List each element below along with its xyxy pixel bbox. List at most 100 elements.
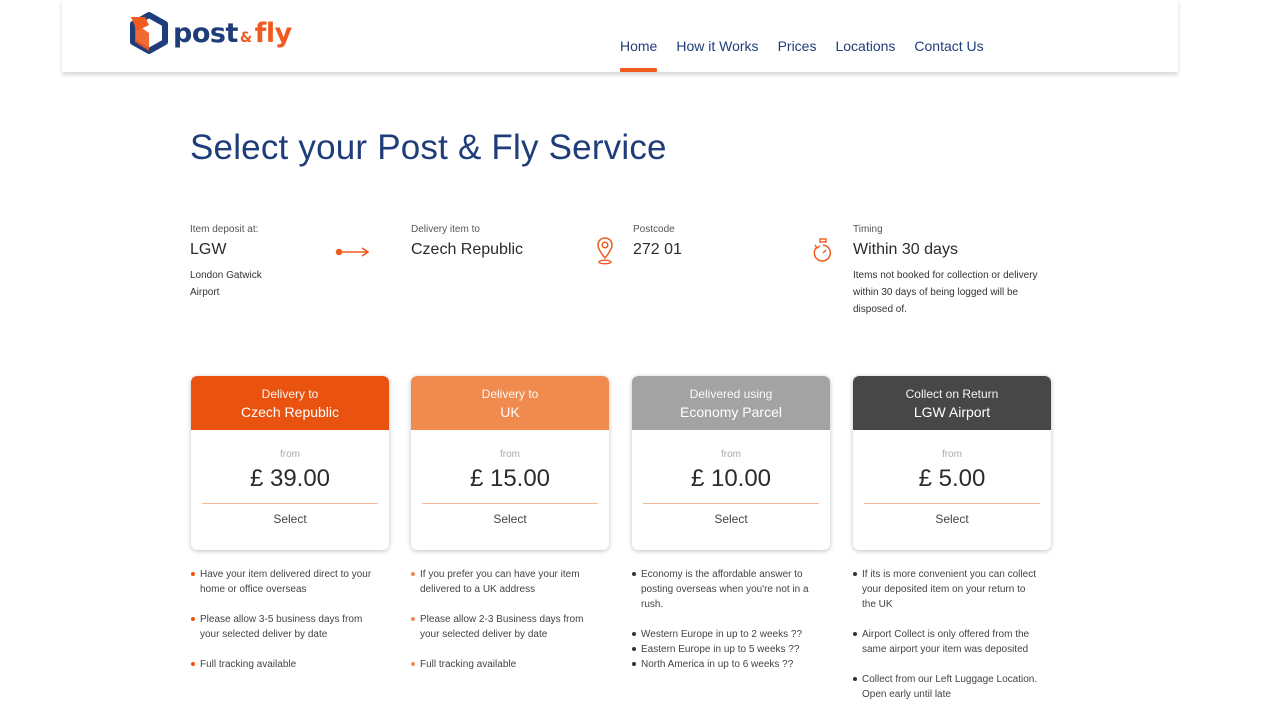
card-title-line1: Delivery to (481, 387, 539, 401)
bullet-line: your selected deliver by date (420, 629, 548, 640)
card-from-label: from (721, 449, 741, 460)
bullet-item: Please allow 3-5 business days from your … (191, 612, 389, 642)
select-button[interactable]: Select (853, 512, 1051, 526)
bullet-line: rush. (641, 599, 664, 610)
bullet-line: Eastern Europe in up to 5 weeks ?? (641, 644, 800, 655)
timing-value: Within 30 days (853, 241, 958, 258)
card-header: Delivered using Economy Parcel (632, 376, 830, 430)
brand-wordmark: post & fly (173, 18, 292, 49)
deposit-info: Item deposit at: LGW London Gatwick Airp… (190, 224, 262, 301)
brand-logo[interactable]: post & fly (129, 10, 292, 56)
nav-locations[interactable]: Locations (835, 0, 895, 72)
bullet-dot (853, 677, 857, 681)
bullet-line: Have your item delivered direct to your (200, 569, 372, 580)
bullet-item: Full tracking available (411, 657, 609, 672)
nav-how-it-works[interactable]: How it Works (676, 0, 758, 72)
brand-amp: & (239, 29, 252, 46)
service-card-economy-parcel[interactable]: Delivered using Economy Parcel from £ 10… (632, 376, 830, 550)
bullet-line: Open early until late (862, 689, 951, 700)
bullet-dot (191, 662, 195, 666)
deposit-sub-2: Airport (190, 287, 220, 298)
brand-name-post: post (173, 17, 238, 49)
timing-note-2: within 30 days of being logged will be (853, 287, 1019, 298)
location-pin-icon (597, 237, 613, 265)
card-divider (422, 503, 598, 504)
service-card-delivery-czech[interactable]: Delivery to Czech Republic from £ 39.00 … (191, 376, 389, 550)
bullet-line: delivered to a UK address (420, 584, 536, 595)
bullet-dot (411, 662, 415, 666)
card-title-line1: Delivered using (689, 387, 773, 401)
service-card-delivery-uk[interactable]: Delivery to UK from £ 15.00 Select (411, 376, 609, 550)
stopwatch-icon (813, 238, 832, 262)
brand-name-fly: fly (254, 17, 293, 49)
card-title-line1: Delivery to (261, 387, 319, 401)
bullet-line: the UK (862, 599, 893, 610)
timing-info: Timing Within 30 days Items not booked f… (853, 224, 1038, 318)
nav-contact-us[interactable]: Contact Us (914, 0, 983, 72)
bullet-line: Please allow 2-3 Business days from (420, 614, 584, 625)
card-price: £ 10.00 (690, 465, 772, 492)
bullet-item: Eastern Europe in up to 5 weeks ?? (632, 642, 830, 657)
bullet-dot (853, 572, 857, 576)
bullet-dot (632, 647, 636, 651)
bullet-dot (411, 617, 415, 621)
arrow-right-icon (335, 247, 370, 257)
timing-note-1: Items not booked for collection or deliv… (853, 270, 1038, 281)
service-card-collect-return[interactable]: Collect on Return LGW Airport from £ 5.0… (853, 376, 1051, 550)
bullet-line: Full tracking available (200, 659, 297, 670)
card-title-line2: UK (500, 404, 520, 420)
bullet-dot (632, 572, 636, 576)
main-nav: Home How it Works Prices Locations Conta… (620, 0, 1003, 72)
card-title-line2: Czech Republic (240, 404, 340, 420)
card-header: Delivery to UK (411, 376, 609, 430)
bullet-dot (191, 572, 195, 576)
deposit-value: LGW (190, 241, 227, 258)
bullets-delivery-uk: If you prefer you can have your item deli… (411, 567, 609, 672)
card-from-label: from (942, 449, 962, 460)
bullet-line: Western Europe in up to 2 weeks ?? (641, 629, 803, 640)
card-divider (643, 503, 819, 504)
delivery-value: Czech Republic (411, 241, 524, 258)
bullets-delivery-czech: Have your item delivered direct to your h… (191, 567, 389, 672)
select-button[interactable]: Select (411, 512, 609, 526)
delivery-info: Delivery item to Czech Republic (411, 224, 523, 267)
bullet-item: Western Europe in up to 2 weeks ?? (632, 627, 830, 642)
deposit-sub-1: London Gatwick (190, 270, 262, 281)
bullet-line: same airport your item was deposited (862, 644, 1029, 655)
bullet-line: posting overseas when you're not in a (641, 584, 809, 595)
bullet-line: If you prefer you can have your item (420, 569, 580, 580)
card-header: Collect on Return LGW Airport (853, 376, 1051, 430)
bullet-line: North America in up to 6 weeks ?? (641, 659, 794, 670)
bullet-line: your selected deliver by date (200, 629, 328, 640)
bullet-line: home or office overseas (200, 584, 307, 595)
nav-prices[interactable]: Prices (778, 0, 817, 72)
bullet-line: Airport Collect is only offered from the (862, 629, 1030, 640)
bullet-dot (632, 662, 636, 666)
card-divider (202, 503, 378, 504)
box-logo-icon (130, 12, 168, 54)
bullet-item: Collect from our Left Luggage Location. O… (853, 672, 1051, 702)
bullet-line: Economy is the affordable answer to (641, 569, 803, 580)
bullet-item: Airport Collect is only offered from the… (853, 627, 1051, 657)
deposit-label: Item deposit at: (190, 224, 259, 235)
nav-home[interactable]: Home (620, 0, 658, 72)
delivery-label: Delivery item to (411, 224, 480, 235)
select-button[interactable]: Select (191, 512, 389, 526)
bullets-economy-parcel: Economy is the affordable answer to posti… (632, 567, 830, 672)
card-divider (864, 503, 1040, 504)
bullet-dot (411, 572, 415, 576)
card-from-label: from (500, 449, 520, 460)
card-from-label: from (280, 449, 300, 460)
timing-note-3: disposed of. (853, 304, 907, 315)
card-header: Delivery to Czech Republic (191, 376, 389, 430)
bullet-line: Please allow 3-5 business days from (200, 614, 363, 625)
bullets-collect-return: If its is more convenient you can collec… (853, 567, 1051, 702)
bullet-dot (632, 632, 636, 636)
bullet-line: If its is more convenient you can collec… (862, 569, 1036, 580)
postcode-info: Postcode 272 01 (633, 224, 682, 267)
select-button[interactable]: Select (632, 512, 830, 526)
card-price: £ 5.00 (918, 465, 986, 492)
bullet-line: Collect from our Left Luggage Location. (862, 674, 1038, 685)
bullet-line: your deposited item on your return to (862, 584, 1026, 595)
bullet-item: North America in up to 6 weeks ?? (632, 657, 830, 672)
